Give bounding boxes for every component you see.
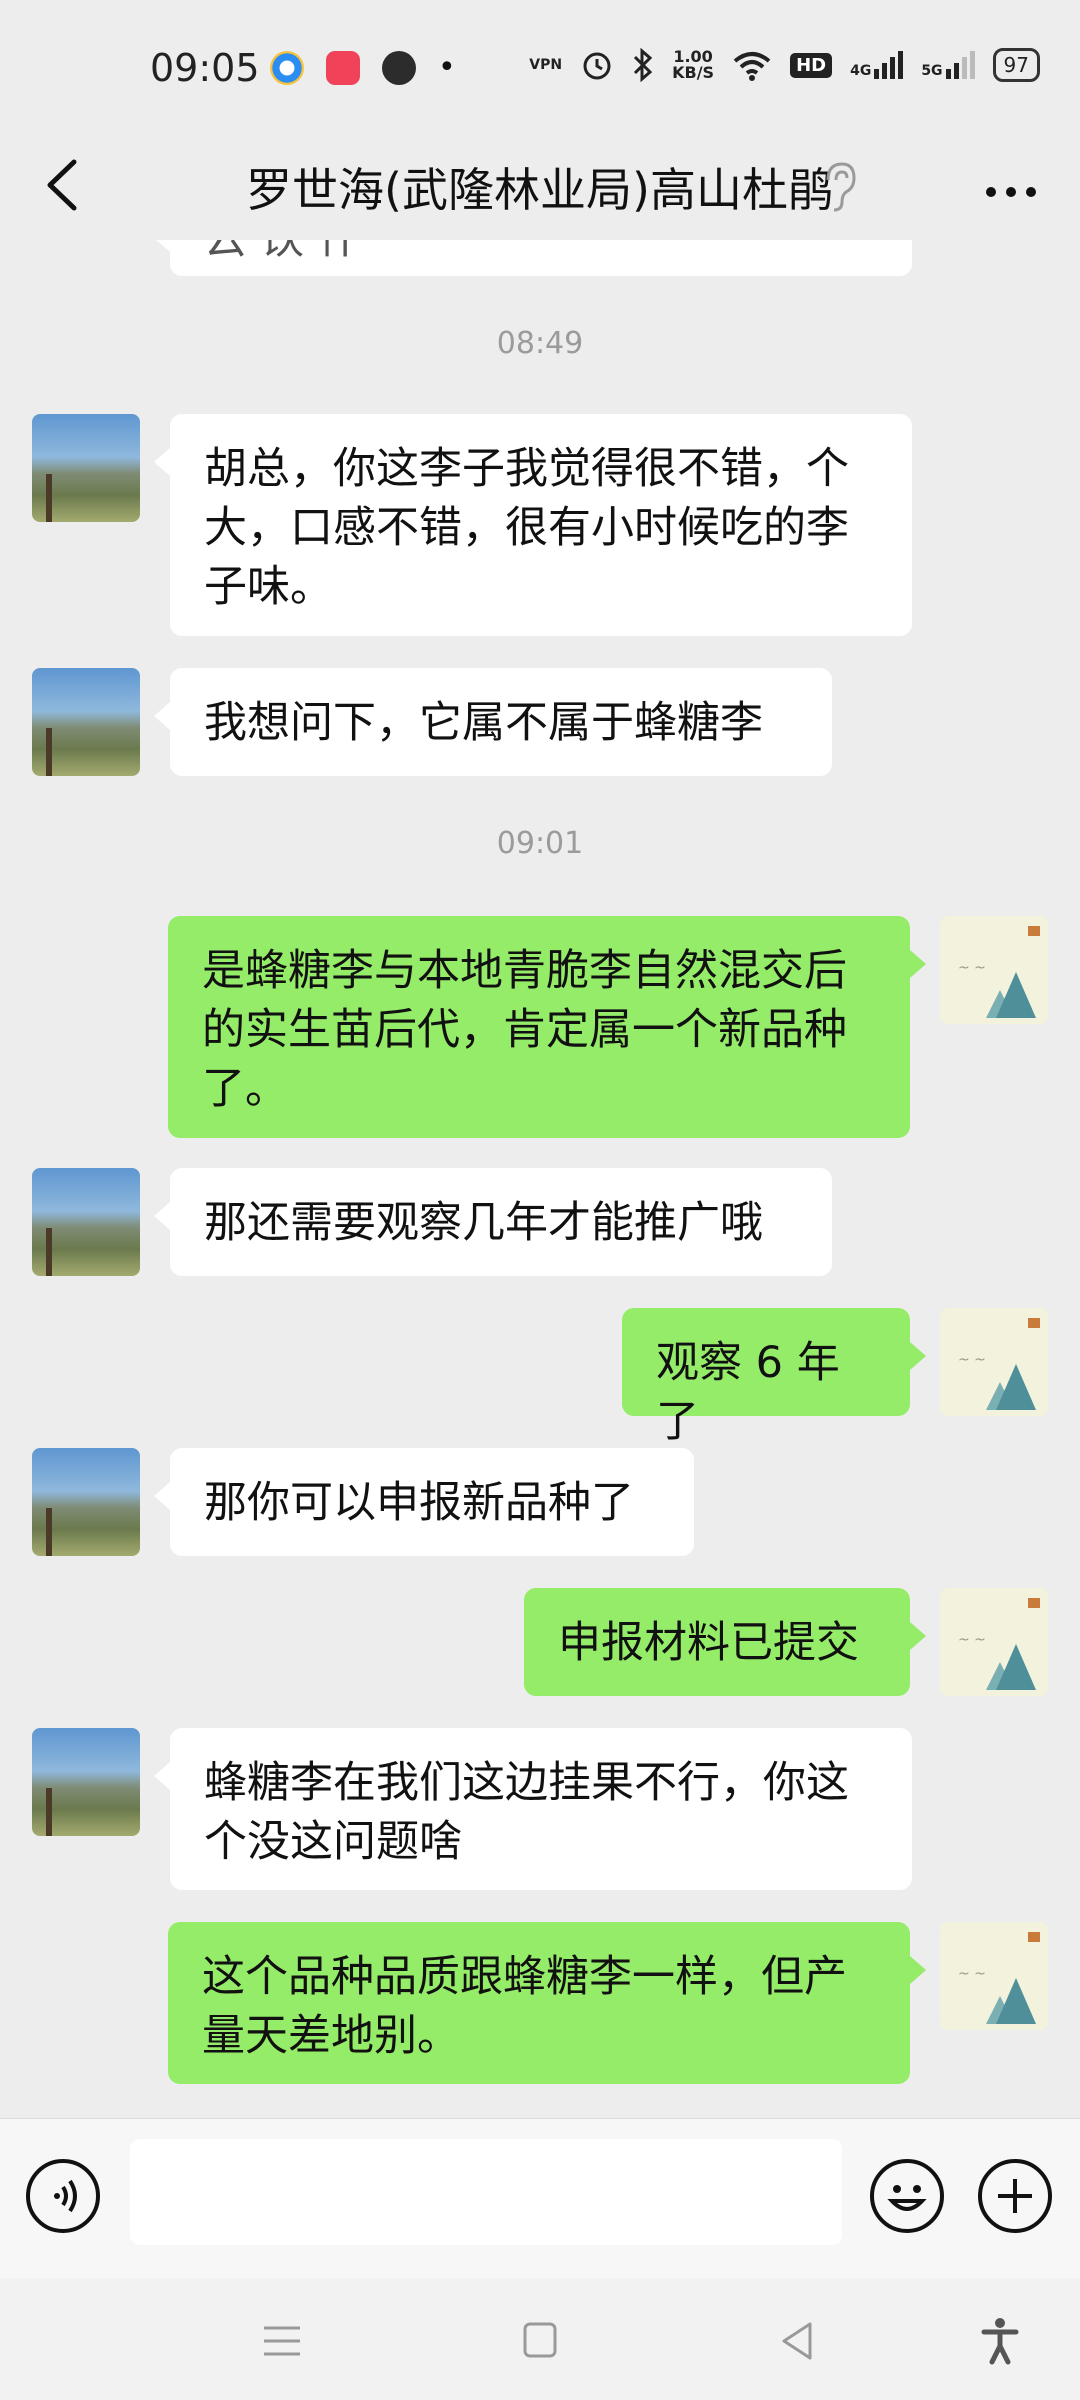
status-bar: 09:05 • VPN 1.00 KB/S HD 4G 5G 97 bbox=[0, 0, 1080, 140]
video-app-icon bbox=[326, 50, 360, 85]
chat-title: 罗世海(武隆林业局)高山杜鹃 bbox=[246, 163, 834, 217]
message-bubble[interactable]: 那你可以申报新品种了 bbox=[154, 1448, 694, 1556]
emoji-icon[interactable] bbox=[870, 2159, 944, 2233]
plus-icon[interactable] bbox=[978, 2159, 1052, 2233]
message-text: 申报材料已提交 bbox=[558, 1618, 859, 1668]
input-bar bbox=[0, 2118, 1080, 2279]
contact-avatar[interactable] bbox=[32, 668, 140, 776]
message-text: 这个品种品质跟蜂糖李一样，但产量天差地别。 bbox=[202, 1952, 847, 2061]
wechat-icon bbox=[382, 50, 416, 85]
my-avatar[interactable]: ~ ~ bbox=[940, 916, 1048, 1024]
message-bubble[interactable]: 是蜂糖李与本地青脆李自然混交后的实生苗后代，肯定属一个新品种了。 bbox=[168, 916, 926, 1138]
message-text: 那你可以申报新品种了 bbox=[204, 1478, 634, 1528]
hd-icon: HD bbox=[790, 52, 833, 78]
my-avatar[interactable]: ~ ~ bbox=[940, 1308, 1048, 1416]
net-speed: 1.00 KB/S bbox=[672, 49, 714, 81]
message-bubble[interactable]: 这个品种品质跟蜂糖李一样，但产量天差地别。 bbox=[168, 1922, 926, 2084]
message-bubble-partial[interactable]: 云 饮 什 bbox=[154, 240, 912, 276]
wifi-icon bbox=[733, 52, 771, 81]
chat-header: 罗世海(武隆林业局)高山杜鹃 bbox=[0, 140, 1080, 240]
time-label: 08:49 bbox=[496, 326, 584, 361]
signal-4g-icon: 4G bbox=[850, 51, 904, 79]
notification-icons: • bbox=[270, 50, 456, 85]
message-text: 是蜂糖李与本地青脆李自然混交后的实生苗后代，肯定属一个新品种了。 bbox=[202, 946, 847, 1114]
my-avatar[interactable]: ~ ~ bbox=[940, 1588, 1048, 1696]
message-bubble[interactable]: 申报材料已提交 bbox=[524, 1588, 926, 1696]
nav-home-icon[interactable] bbox=[510, 2316, 570, 2366]
message-text: 观察 6 年了 bbox=[656, 1338, 840, 1447]
message-text: 胡总，你这李子我觉得很不错，个大，口感不错，很有小时候吃的李子味。 bbox=[204, 444, 849, 612]
nav-menu-icon[interactable] bbox=[252, 2316, 312, 2366]
battery-icon: 97 bbox=[992, 48, 1040, 82]
accessibility-icon[interactable] bbox=[970, 2316, 1030, 2366]
message-bubble[interactable]: 那还需要观察几年才能推广哦 bbox=[154, 1168, 832, 1276]
contact-avatar[interactable] bbox=[32, 414, 140, 522]
contact-avatar[interactable] bbox=[32, 1168, 140, 1276]
nav-back-icon[interactable] bbox=[768, 2316, 828, 2366]
message-text: 那还需要观察几年才能推广哦 bbox=[204, 1198, 763, 1248]
signal-5g-icon: 5G bbox=[921, 51, 975, 79]
alarm-icon bbox=[583, 52, 611, 80]
chat-area[interactable]: 云 饮 什 08:49 胡总，你这李子我觉得很不错，个大，口感不错，很有小时候吃… bbox=[0, 240, 1080, 2110]
bluetooth-icon bbox=[634, 48, 653, 82]
net-speed-unit: KB/S bbox=[672, 63, 715, 82]
message-bubble[interactable]: 观察 6 年了 bbox=[622, 1308, 926, 1447]
contact-avatar[interactable] bbox=[32, 1448, 140, 1556]
more-icon[interactable] bbox=[976, 158, 1046, 218]
ear-icon bbox=[826, 162, 856, 212]
vpn-icon: VPN bbox=[529, 57, 563, 73]
status-time: 09:05 bbox=[150, 46, 260, 90]
signal-4g-label: 4G bbox=[850, 63, 872, 79]
dot-icon: • bbox=[438, 50, 456, 85]
system-nav-bar bbox=[0, 2278, 1080, 2400]
system-indicators: VPN 1.00 KB/S HD 4G 5G 97 bbox=[529, 48, 1040, 82]
message-bubble[interactable]: 胡总，你这李子我觉得很不错，个大，口感不错，很有小时候吃的李子味。 bbox=[154, 414, 912, 636]
contact-avatar[interactable] bbox=[32, 1728, 140, 1836]
browser-app-icon bbox=[270, 50, 304, 85]
message-text-partial: 云 饮 什 bbox=[204, 240, 360, 264]
my-avatar[interactable]: ~ ~ bbox=[940, 1922, 1048, 2030]
message-bubble[interactable]: 蜂糖李在我们这边挂果不行，你这个没这问题啥 bbox=[154, 1728, 912, 1890]
time-label: 09:01 bbox=[496, 826, 584, 861]
message-input[interactable] bbox=[130, 2139, 842, 2245]
signal-5g-label: 5G bbox=[921, 63, 943, 79]
message-bubble[interactable]: 我想问下，它属不属于蜂糖李 bbox=[154, 668, 832, 776]
voice-icon[interactable] bbox=[26, 2159, 100, 2233]
message-text: 蜂糖李在我们这边挂果不行，你这个没这问题啥 bbox=[204, 1758, 849, 1867]
message-text: 我想问下，它属不属于蜂糖李 bbox=[204, 698, 763, 748]
